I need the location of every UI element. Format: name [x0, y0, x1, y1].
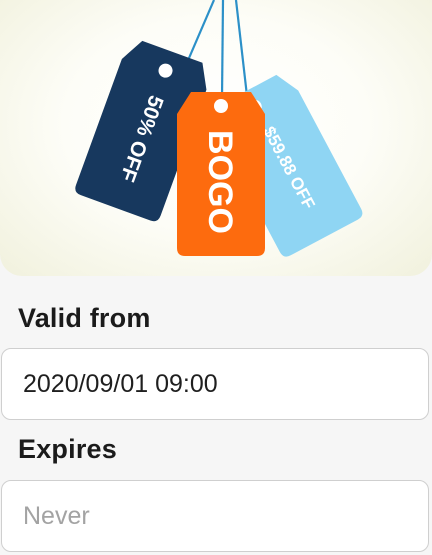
expires-label: Expires	[18, 434, 117, 464]
valid-from-input[interactable]	[1, 348, 429, 420]
coupon-editor: $59.88 OFF 50% OFF BOGO Valid from Expir…	[0, 0, 432, 555]
tag-orange-text: BOGO	[201, 130, 239, 234]
expires-input[interactable]	[1, 480, 429, 552]
valid-from-label: Valid from	[18, 303, 151, 333]
coupon-hero-image: $59.88 OFF 50% OFF BOGO	[0, 0, 432, 276]
discount-tags-illustration: $59.88 OFF 50% OFF BOGO	[75, 0, 363, 257]
tag-orange: BOGO	[177, 92, 265, 256]
